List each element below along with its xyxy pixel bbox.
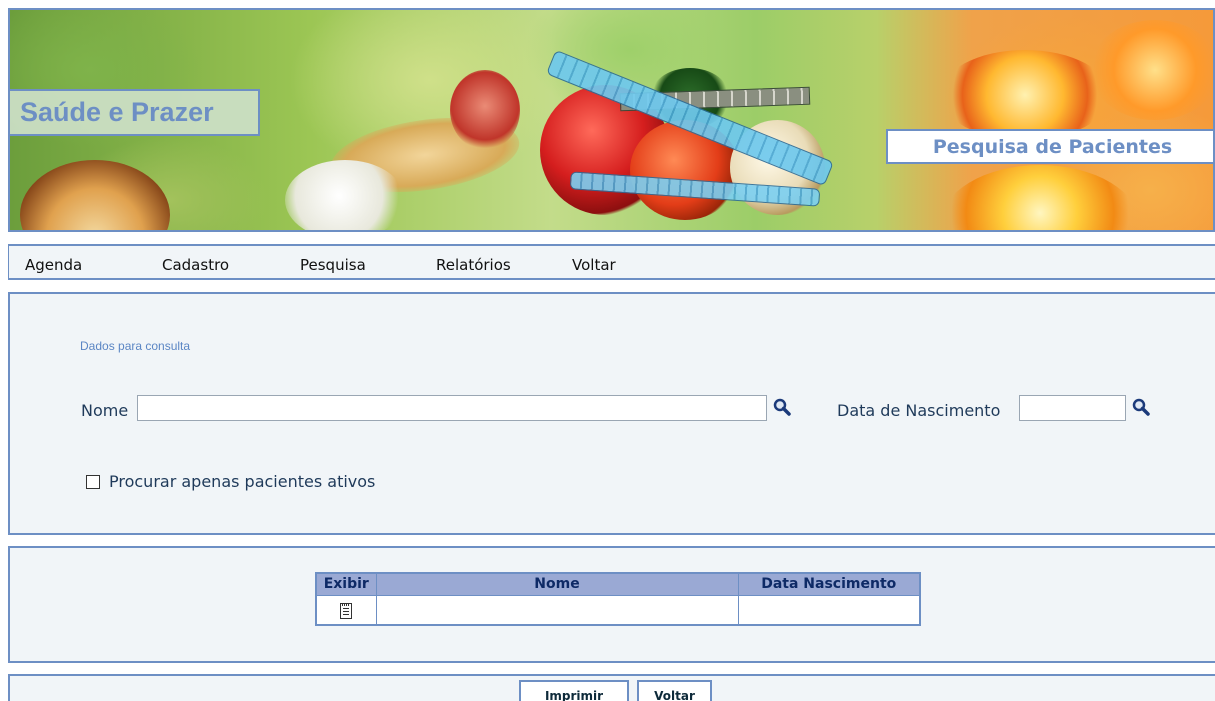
- data-nascimento-cell: [737, 594, 921, 626]
- active-only-checkbox[interactable]: [86, 474, 100, 489]
- name-label: Nome: [81, 401, 129, 420]
- header-banner: Saúde e Prazer Pesquisa de Pacientes: [8, 8, 1215, 232]
- column-header-nome: Nome: [375, 572, 739, 596]
- orange-slice-image: [940, 165, 1140, 230]
- section-label: Dados para consulta: [80, 339, 191, 353]
- cabbage-image: [20, 160, 170, 230]
- table-header-row: Exibir Nome Data Nascimento: [315, 572, 921, 596]
- print-button[interactable]: Imprimir: [519, 680, 629, 701]
- column-header-exibir: Exibir: [315, 572, 377, 596]
- menu-item-agenda[interactable]: Agenda: [25, 256, 82, 274]
- search-birth-date-icon[interactable]: [1131, 397, 1151, 417]
- garlic-image: [285, 160, 405, 230]
- results-table: Exibir Nome Data Nascimento: [315, 572, 921, 626]
- menu-item-voltar[interactable]: Voltar: [572, 256, 616, 274]
- menu-item-cadastro[interactable]: Cadastro: [162, 256, 229, 274]
- name-input[interactable]: [137, 395, 767, 421]
- orange-slice-image: [940, 50, 1110, 140]
- active-only-label: Procurar apenas pacientes ativos: [109, 472, 376, 491]
- results-panel: Exibir Nome Data Nascimento: [8, 546, 1215, 663]
- active-only-option[interactable]: Procurar apenas pacientes ativos: [86, 472, 375, 491]
- column-header-data-nascimento: Data Nascimento: [737, 572, 921, 596]
- menu-item-pesquisa[interactable]: Pesquisa: [300, 256, 366, 274]
- radish-image: [450, 70, 520, 150]
- nome-cell: [375, 594, 739, 626]
- main-menu: Agenda Cadastro Pesquisa Relatórios Volt…: [8, 244, 1215, 280]
- birth-date-input[interactable]: [1019, 395, 1126, 421]
- search-panel: Dados para consulta Nome Data de Nascime…: [8, 292, 1215, 535]
- notepad-icon[interactable]: [340, 602, 353, 619]
- table-row: [315, 594, 921, 626]
- menu-item-relatorios[interactable]: Relatórios: [436, 256, 511, 274]
- brand-title: Saúde e Prazer: [10, 89, 260, 136]
- orange-slice-image: [1090, 20, 1213, 120]
- back-button[interactable]: Voltar: [637, 680, 712, 701]
- page-title: Pesquisa de Pacientes: [886, 129, 1213, 164]
- search-name-icon[interactable]: [772, 397, 792, 417]
- footer-panel: Imprimir Voltar: [8, 674, 1215, 701]
- exibir-cell: [315, 594, 377, 626]
- birth-date-label: Data de Nascimento: [837, 401, 1001, 420]
